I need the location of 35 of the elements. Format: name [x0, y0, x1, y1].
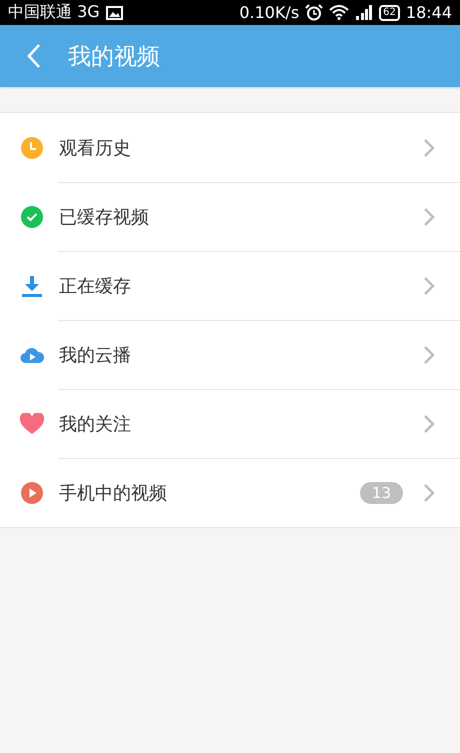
chevron-icon — [423, 414, 435, 434]
play-icon — [21, 482, 43, 504]
chevron-icon — [423, 206, 435, 226]
check-icon — [21, 206, 43, 228]
image-icon — [106, 6, 123, 20]
chevron-icon — [423, 276, 435, 296]
back-icon[interactable] — [26, 43, 42, 69]
menu-label: 已缓存视频 — [58, 206, 150, 228]
menu-label: 观看历史 — [58, 136, 132, 160]
wifi-icon — [329, 5, 350, 20]
battery-level: 62 — [379, 4, 400, 20]
menu-label: 手机中的视频 — [58, 482, 168, 504]
menu-item[interactable]: 观看历史 — [0, 113, 460, 182]
download-icon — [21, 274, 43, 296]
cloud-play-icon — [20, 346, 44, 364]
menu-item[interactable]: 正在缓存 — [0, 251, 460, 320]
chevron-icon — [423, 344, 435, 364]
alarm-icon — [305, 4, 324, 21]
count-badge: 13 — [360, 482, 403, 504]
network-speed: 0.10K/s — [239, 3, 300, 22]
chevron-icon — [423, 482, 435, 502]
menu-item[interactable]: 已缓存视频 — [0, 182, 460, 251]
heart-icon — [20, 412, 44, 434]
signal-icon — [355, 5, 374, 20]
menu-item[interactable]: 我的云播 — [0, 320, 460, 389]
menu-label: 我的云播 — [58, 344, 132, 366]
page-title: 我的视频 — [68, 42, 160, 72]
menu-label: 我的关注 — [58, 412, 132, 436]
menu-item[interactable]: 手机中的视频 13 — [0, 458, 460, 527]
clock-icon — [21, 136, 43, 158]
menu-label: 正在缓存 — [58, 274, 132, 298]
menu-item[interactable]: 我的关注 — [0, 389, 460, 458]
carrier-name: 中国联通 3G — [8, 2, 100, 23]
clock-time: 18:44 — [406, 3, 452, 22]
chevron-icon — [423, 138, 435, 158]
